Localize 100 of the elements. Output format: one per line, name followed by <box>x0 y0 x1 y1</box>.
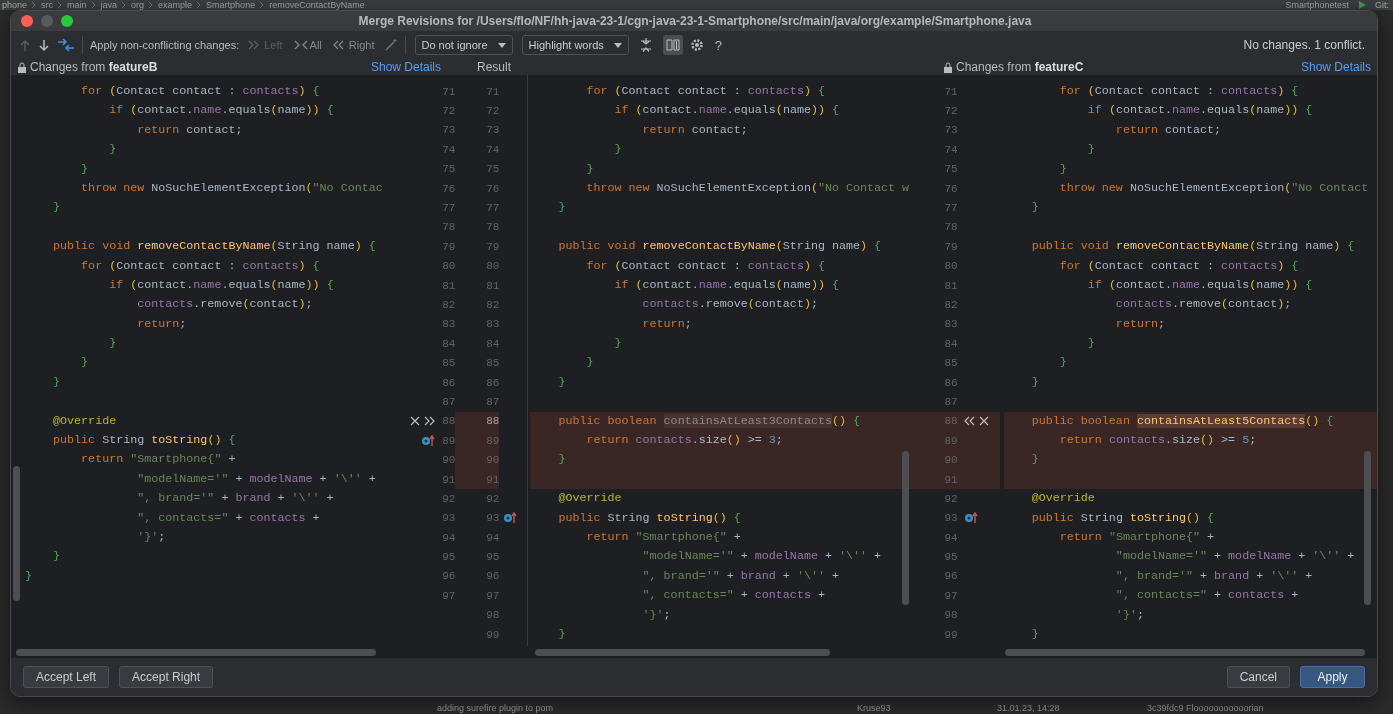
breadcrumb-item[interactable]: java <box>100 0 118 10</box>
line-number: 72 <box>442 105 456 118</box>
override-icon[interactable] <box>503 511 518 526</box>
breadcrumb-item[interactable]: removeContactByName <box>269 0 365 10</box>
scrollbar-thumb[interactable] <box>1364 451 1371 605</box>
code-line: throw new NoSuchElementException("No Contact <box>1058 179 1370 197</box>
line-number: 91 <box>486 473 500 486</box>
line-number: 83 <box>442 318 456 331</box>
line-number: 88 <box>442 415 456 428</box>
line-number: 78 <box>442 221 456 234</box>
run-configuration[interactable]: Smartphonetest <box>1285 0 1349 10</box>
pane-title: Changes from featureB <box>30 59 158 75</box>
code-line: public String toString() { <box>1030 509 1216 527</box>
show-details-link[interactable]: Show Details <box>1300 59 1377 75</box>
code-line: throw new NoSuchElementException("No Contac <box>80 179 384 197</box>
line-number: 77 <box>442 202 456 215</box>
code-line: ", contacts=" + contacts + <box>641 587 826 605</box>
apply-button[interactable]: Apply <box>1300 666 1365 688</box>
commit-message: adding surefire plugin to pom <box>437 703 555 713</box>
line-number: 75 <box>944 163 958 176</box>
chevron-icon[interactable] <box>57 1 64 9</box>
code-line: @Override <box>1030 490 1096 508</box>
override-icon[interactable] <box>421 433 436 448</box>
chevron-icon[interactable] <box>90 1 97 9</box>
zoom-button[interactable] <box>61 15 73 27</box>
line-number: 71 <box>486 85 500 98</box>
scrollbar-thumb[interactable] <box>16 648 376 656</box>
code-line: return contact; <box>1114 121 1223 139</box>
breadcrumb-item[interactable]: org <box>131 0 145 10</box>
close-icon[interactable] <box>410 416 421 427</box>
line-number: 88 <box>486 415 500 428</box>
code-line: if (contact.name.equals(name)) { <box>1086 102 1314 120</box>
line-number: 77 <box>944 202 958 215</box>
accept-button[interactable]: Accept Left <box>23 666 110 688</box>
code-line: ", contacts=" + contacts + <box>136 509 321 527</box>
lock-icon[interactable] <box>17 61 27 73</box>
code-line: for (Contact contact : contacts) { <box>585 257 826 275</box>
code-line: return "Smartphone{" + <box>1058 529 1216 546</box>
breadcrumb-item[interactable]: main <box>67 0 87 10</box>
arrow-down-icon[interactable] <box>38 38 50 52</box>
magic-wand-icon[interactable] <box>383 38 398 52</box>
breadcrumb-item[interactable]: phone <box>2 0 28 10</box>
git-label: Git: <box>1375 0 1389 10</box>
chevron-icon[interactable] <box>259 1 266 9</box>
chevron-icon[interactable] <box>196 1 203 9</box>
code-line: "modelName='" + modelName + '\'' + <box>136 470 377 488</box>
override-icon[interactable] <box>963 511 978 526</box>
apply-button[interactable]: All <box>291 39 324 51</box>
apply-button[interactable]: Right <box>330 39 377 51</box>
commit-date: 31.01.23, 14:28 <box>997 703 1061 713</box>
line-number: 75 <box>486 163 500 176</box>
scrollbar-thumb[interactable] <box>901 451 909 605</box>
line-number: 74 <box>944 143 958 156</box>
double-chevron-left-icon[interactable] <box>963 416 975 427</box>
close-button[interactable] <box>21 15 33 27</box>
breadcrumb-item[interactable]: src <box>41 0 54 10</box>
code-line: } <box>557 625 567 643</box>
help-button[interactable]: ? <box>710 37 726 53</box>
line-number: 76 <box>944 182 958 195</box>
line-number: 87 <box>944 395 958 408</box>
scrollbar-thumb[interactable] <box>535 648 831 656</box>
code-line: } <box>108 141 118 159</box>
code-line: } <box>1086 335 1096 353</box>
breadcrumb-item[interactable]: Smartphone <box>206 0 256 10</box>
line-number: 81 <box>944 279 958 292</box>
line-number: 93 <box>486 512 500 525</box>
settings-icon[interactable] <box>689 38 704 52</box>
scrollbar-thumb[interactable] <box>1004 648 1365 656</box>
line-number: 83 <box>944 318 958 331</box>
line-number: 90 <box>442 454 456 467</box>
code-line: } <box>52 373 62 391</box>
line-number: 94 <box>442 531 456 544</box>
dropdown[interactable]: Highlight words <box>521 35 629 55</box>
breadcrumb-item[interactable]: example <box>158 0 193 10</box>
code-line: if (contact.name.equals(name)) { <box>1086 276 1314 294</box>
dropdown[interactable]: Do not ignore <box>414 35 513 55</box>
double-chevron-right-icon[interactable] <box>424 416 436 427</box>
side-by-side-icon[interactable] <box>665 38 680 52</box>
code-line: @Override <box>557 490 623 508</box>
scrollbar-thumb[interactable] <box>13 466 20 601</box>
line-number: 95 <box>442 551 456 564</box>
collapse-icon[interactable] <box>638 38 653 52</box>
chevron-icon[interactable] <box>121 1 128 9</box>
cancel-button[interactable]: Cancel <box>1226 666 1290 688</box>
code-line: } <box>1086 141 1096 159</box>
code-line: return "Smartphone{" + <box>585 529 742 546</box>
code-line: } <box>1030 199 1040 217</box>
lock-icon[interactable] <box>943 61 953 73</box>
code-line: if (contact.name.equals(name)) { <box>613 276 840 294</box>
code-line: return; <box>1114 315 1166 333</box>
chevron-icon[interactable] <box>148 1 155 9</box>
line-number: 95 <box>486 551 500 564</box>
chevron-icon[interactable] <box>31 1 38 9</box>
close-icon[interactable] <box>978 416 989 427</box>
code-line: public String toString() { <box>52 432 237 450</box>
show-details-link[interactable]: Show Details <box>370 59 441 75</box>
accept-button[interactable]: Accept Right <box>119 666 214 688</box>
line-number: 97 <box>944 589 958 602</box>
line-number: 89 <box>486 434 500 447</box>
merge-arrows-icon[interactable] <box>57 37 75 53</box>
